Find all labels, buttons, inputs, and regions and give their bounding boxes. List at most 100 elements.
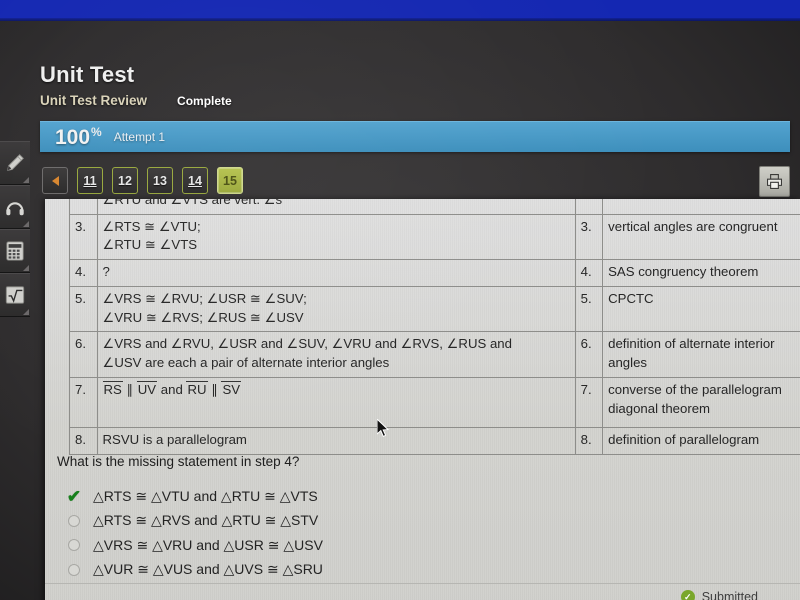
top-blue-bar: [0, 0, 800, 21]
row-number: 8.: [69, 426, 98, 455]
row-statement: ∠RTU and ∠VTS are vert. ∠s: [96, 199, 576, 215]
table-row: 7. RS ∥ UV and RU ∥ SV 7. converse of th…: [69, 376, 800, 428]
pager-page-15-current[interactable]: 15: [217, 167, 243, 194]
pager-prev-button[interactable]: [42, 167, 68, 194]
row-number: 3.: [69, 213, 98, 261]
headphones-icon: [6, 202, 24, 216]
statement-line: ∠RTU ≅ ∠VTS: [102, 237, 198, 253]
choice-marker-slot: ✔: [61, 488, 87, 505]
row-number: 5.: [69, 285, 98, 333]
row-reason: converse of the parallelogram diagonal t…: [602, 376, 800, 428]
row-statement: ∠VRS ≅ ∠RVU; ∠USR ≅ ∠SUV; ∠VRU ≅ ∠RVS; ∠…: [96, 285, 576, 333]
segment-ru: RU: [186, 380, 208, 397]
row-reason: [602, 199, 800, 215]
radio-button-icon[interactable]: [68, 563, 80, 576]
submitted-label: Submitted: [701, 590, 758, 600]
tool-corner-marker: [23, 265, 29, 271]
table-row: 4. ? 4. SAS congruency theorem: [69, 259, 800, 287]
parallel-symbol: ∥: [211, 381, 218, 397]
choice-label: △RTS ≅ △VTU and △RTU ≅ △VTS: [93, 487, 318, 504]
tool-calculator[interactable]: [0, 229, 30, 273]
assignment-name: Unit Test Review: [40, 93, 148, 108]
pager-page-13[interactable]: 13: [147, 167, 173, 194]
score-bar: 100 % Attempt 1: [40, 121, 790, 152]
tool-audio[interactable]: [0, 185, 30, 229]
pager-page-12[interactable]: 12: [112, 167, 138, 194]
reason-number: 5.: [574, 285, 604, 333]
tool-rail: [0, 141, 30, 317]
row-number: [69, 199, 98, 215]
choice-marker-slot: [61, 563, 87, 576]
check-circle-icon: ✓: [680, 590, 695, 600]
row-reason: vertical angles are congruent: [602, 213, 800, 261]
conjunction: and: [160, 381, 183, 397]
attempt-label: Attempt 1: [113, 130, 166, 144]
row-reason: SAS congruency theorem: [602, 259, 800, 287]
choice-label: △VUR ≅ △VUS and △UVS ≅ △SRU: [93, 561, 323, 578]
page-title: Unit Test: [40, 62, 135, 87]
row-reason: definition of parallelogram: [602, 426, 800, 455]
tool-math-symbols[interactable]: [0, 273, 30, 317]
row-statement: ∠RTS ≅ ∠VTU; ∠RTU ≅ ∠VTS: [96, 213, 576, 261]
table-row: 3. ∠RTS ≅ ∠VTU; ∠RTU ≅ ∠VTS 3. vertical …: [69, 213, 800, 261]
checkmark-icon: ✔: [66, 486, 82, 506]
table-row: 8. RSVU is a parallelogram 8. definition…: [69, 426, 800, 455]
answer-choices: ✔ △RTS ≅ △VTU and △RTU ≅ △VTS △RTS ≅ △RV…: [61, 484, 661, 582]
statement-line: ∠VRS and ∠RVU, ∠USR and ∠SUV, ∠VRU and ∠…: [102, 336, 512, 352]
tool-corner-marker: [23, 177, 29, 183]
pager-page-11[interactable]: 11: [77, 167, 103, 194]
choice-marker-slot: [61, 514, 87, 527]
radio-button-icon[interactable]: [68, 514, 80, 527]
parallel-symbol: ∥: [126, 381, 134, 397]
choice-label: △VRS ≅ △VRU and △USR ≅ △USV: [93, 536, 323, 553]
tool-corner-marker: [23, 221, 29, 227]
table-row: 5. ∠VRS ≅ ∠RVU; ∠USR ≅ ∠SUV; ∠VRU ≅ ∠RVS…: [69, 285, 800, 333]
radio-button-icon[interactable]: [68, 539, 80, 552]
question-prompt: What is the missing statement in step 4?: [57, 454, 300, 469]
percent-symbol: %: [91, 125, 102, 139]
reason-number: 6.: [574, 331, 604, 378]
choice-marker-slot: [61, 539, 87, 552]
tool-corner-marker: [23, 309, 29, 315]
table-row: ∠RTU and ∠VTS are vert. ∠s: [69, 199, 800, 215]
triangle-left-icon: [51, 175, 59, 186]
answer-choice-1[interactable]: ✔ △RTS ≅ △VTU and △RTU ≅ △VTS: [61, 484, 661, 509]
statement-line: ∠VRS ≅ ∠RVU; ∠USR ≅ ∠SUV;: [102, 290, 307, 306]
reason-number: 4.: [574, 259, 604, 287]
screen-photo: Unit Test Unit Test Review Complete 100 …: [0, 0, 800, 600]
two-column-proof-table: ∠RTU and ∠VTS are vert. ∠s 3. ∠RTS ≅ ∠VT…: [69, 199, 800, 455]
math-symbols-icon: [5, 286, 25, 304]
choice-label: △RTS ≅ △RVS and △RTU ≅ △STV: [93, 512, 319, 529]
row-statement: RSVU is a parallelogram: [96, 426, 576, 455]
question-pager: 11 12 13 14 15: [42, 167, 243, 194]
printer-icon: [767, 174, 782, 189]
row-reason: definition of alternate interior angles: [602, 331, 800, 378]
highlighter-icon: [7, 154, 24, 171]
pager-page-14[interactable]: 14: [182, 167, 208, 194]
table-row: 6. ∠VRS and ∠RVU, ∠USR and ∠SUV, ∠VRU an…: [69, 331, 800, 378]
row-reason: CPCTC: [602, 285, 800, 333]
content-panel-surface: ∠RTU and ∠VTS are vert. ∠s 3. ∠RTS ≅ ∠VT…: [45, 199, 800, 600]
reason-number: 3.: [574, 213, 604, 261]
reason-number: 7.: [574, 376, 604, 428]
statement-line: ∠RTS ≅ ∠VTU;: [102, 218, 201, 234]
content-panel: ∠RTU and ∠VTS are vert. ∠s 3. ∠RTS ≅ ∠VT…: [45, 199, 800, 600]
statement-line: ∠VRU ≅ ∠RVS; ∠RUS ≅ ∠USV: [102, 309, 304, 325]
app-screen: Unit Test Unit Test Review Complete 100 …: [0, 21, 800, 600]
print-button[interactable]: [759, 166, 790, 197]
subtitle-row: Unit Test Review Complete: [40, 93, 232, 108]
row-number: 4.: [69, 259, 98, 287]
footer-divider: [45, 583, 800, 584]
row-statement-missing: ?: [96, 259, 576, 287]
tool-highlighter[interactable]: [0, 141, 30, 185]
submitted-status: ✓ Submitted: [680, 590, 758, 600]
score-percent: 100: [55, 125, 91, 149]
answer-choice-4[interactable]: △VUR ≅ △VUS and △UVS ≅ △SRU: [61, 558, 661, 583]
segment-rs: RS: [102, 380, 123, 397]
statement-line: ∠USV are each a pair of alternate interi…: [102, 355, 390, 371]
answer-choice-2[interactable]: △RTS ≅ △RVS and △RTU ≅ △STV: [61, 509, 661, 534]
row-statement: ∠VRS and ∠RVU, ∠USR and ∠SUV, ∠VRU and ∠…: [96, 331, 576, 378]
segment-uv: UV: [136, 380, 158, 397]
answer-choice-3[interactable]: △VRS ≅ △VRU and △USR ≅ △USV: [61, 533, 661, 558]
reason-number: 8.: [574, 426, 604, 455]
